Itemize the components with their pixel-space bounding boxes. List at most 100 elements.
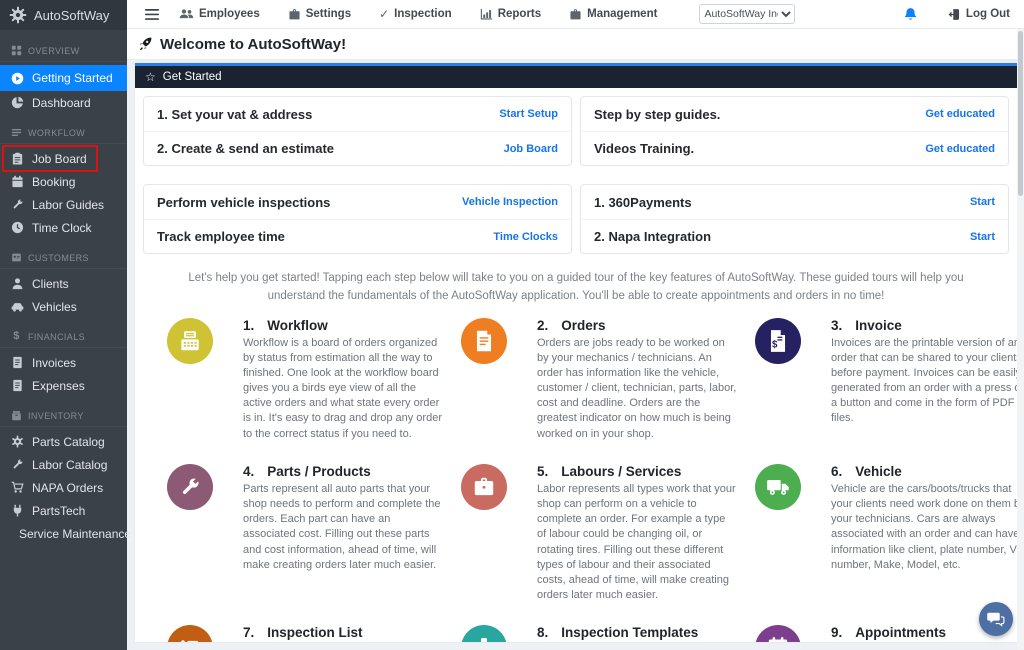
sidebar-item-label: Parts Catalog [32,435,105,449]
invoice-icon[interactable]: $ [755,318,801,364]
start-link[interactable]: Start [970,231,995,243]
topbar-item-label: Management [587,8,657,20]
card-guides: Step by step guides. Get educated Videos… [580,96,1009,166]
time-clocks-link[interactable]: Time Clocks [493,231,558,243]
sidebar-item-expenses[interactable]: Expenses [0,374,127,397]
wrench-icon [11,458,24,471]
car-icon [11,300,24,313]
card-row-title: Videos Training. [594,141,694,156]
sidebar-item-label: Job Board [32,152,87,166]
feature-title: Workflow [267,318,328,333]
sidebar-item-parts-catalog[interactable]: Parts Catalog [0,430,127,453]
card-row: 2. Napa Integration Start [581,219,1008,253]
app-logo[interactable]: AutoSoftWay [0,0,127,30]
sidebar-section-customers: CUSTOMERS [0,239,127,269]
dollar-icon: $ [11,331,22,342]
feature-title: Vehicle [855,464,902,479]
panel-body: 1. Set your vat & address Start Setup 2.… [135,88,1017,642]
topbar-item-reports[interactable]: Reports [480,8,541,21]
panel-header: ☆ Get Started [135,63,1017,88]
card-row-title: 2. Napa Integration [594,229,711,244]
panel-title: Get Started [163,71,222,83]
get-started-panel: ☆ Get Started 1. Set your vat & address … [135,63,1017,642]
company-select[interactable]: AutoSoftWay Inc [699,4,795,24]
rocket-icon [137,36,153,52]
vehicle-inspection-link[interactable]: Vehicle Inspection [462,196,558,208]
sidebar-item-service-maintenance[interactable]: Service Maintenance [0,522,127,545]
chat-button[interactable] [979,602,1013,636]
topbar-item-settings[interactable]: Settings [288,8,351,21]
start-link[interactable]: Start [970,196,995,208]
user-icon [11,277,24,290]
sidebar-item-labor-guides[interactable]: Labor Guides [0,193,127,216]
logout-icon [948,8,961,21]
feature-number: 2. [537,318,548,333]
section-label: OVERVIEW [28,46,80,56]
sidebar-item-label: Dashboard [32,96,91,110]
list-icon[interactable] [167,625,213,642]
feature-labours: 5.Labours / Services Labor represents al… [453,464,737,603]
wrench-icon[interactable] [167,464,213,510]
card-row: Step by step guides. Get educated [581,97,1008,131]
sidebar-item-clients[interactable]: Clients [0,272,127,295]
feature-description: Vehicle are the cars/boots/trucks that y… [831,482,1017,573]
topbar-item-label: Inspection [394,8,452,20]
briefcase-icon [288,8,301,21]
sidebar-item-napa-orders[interactable]: NAPA Orders [0,476,127,499]
card-row: Track employee time Time Clocks [144,219,571,253]
get-educated-link[interactable]: Get educated [925,108,995,120]
pie-chart-icon [11,96,24,109]
scrollbar-thumb[interactable] [1018,31,1023,196]
get-educated-link[interactable]: Get educated [925,143,995,155]
hamburger-menu-icon[interactable] [145,9,159,20]
topbar-item-management[interactable]: Management [569,8,657,21]
card-row: 2. Create & send an estimate Job Board [144,131,571,165]
sidebar-item-vehicles[interactable]: Vehicles [0,295,127,318]
feature-vehicle: 6.Vehicle Vehicle are the cars/boots/tru… [747,464,1017,603]
feature-title: Invoice [855,318,902,333]
main-content: Welcome to AutoSoftWay! ☆ Get Started 1.… [127,29,1024,650]
logout-button[interactable]: Log Out [948,8,1010,21]
sidebar-item-dashboard[interactable]: Dashboard [0,91,127,114]
sitemap-icon[interactable] [461,625,507,642]
feature-number: 9. [831,625,842,640]
gear-icon [11,435,24,448]
sidebar-item-label: Invoices [32,356,76,370]
sidebar-item-job-board[interactable]: Job Board [0,147,127,170]
briefcase-icon[interactable] [461,464,507,510]
sidebar-section-overview: OVERVIEW [0,32,127,62]
sidebar-item-label: Service Maintenance [19,527,131,541]
check-icon: ✓ [379,7,389,21]
feature-description: Invoices are the printable version of an… [831,336,1017,427]
start-setup-link[interactable]: Start Setup [499,108,558,120]
sidebar-item-label: PartsTech [32,504,85,518]
users-icon [179,8,194,20]
feature-description: Parts represent all auto parts that your… [243,482,443,573]
vertical-scrollbar[interactable] [1017,29,1024,650]
sidebar-item-booking[interactable]: Booking [0,170,127,193]
sidebar-section-inventory: INVENTORY [0,397,127,427]
calendar-check-icon[interactable] [755,625,801,642]
sidebar-nav: OVERVIEW Getting Started Dashboard WORKF… [0,30,127,545]
sidebar-item-invoices[interactable]: Invoices [0,351,127,374]
sidebar-item-time-clock[interactable]: Time Clock [0,216,127,239]
play-circle-icon [11,72,24,85]
feature-number: 5. [537,464,548,479]
job-board-link[interactable]: Job Board [504,143,558,155]
sidebar-item-labor-catalog[interactable]: Labor Catalog [0,453,127,476]
topbar-item-employees[interactable]: Employees [179,8,260,20]
topbar-item-label: Settings [306,8,351,20]
sidebar-item-partstech[interactable]: PartsTech [0,499,127,522]
truck-icon[interactable] [755,464,801,510]
topbar-item-inspection[interactable]: ✓ Inspection [379,7,452,21]
cash-register-icon[interactable] [167,318,213,364]
intro-text: Let's help you get started! Tapping each… [171,270,981,306]
feature-orders: 2.Orders Orders are jobs ready to be wor… [453,318,737,442]
card-inspections: Perform vehicle inspections Vehicle Insp… [143,184,572,254]
feature-appointments: 9.Appointments Appointments allows you t… [747,625,1017,642]
receipt-icon[interactable] [461,318,507,364]
bell-icon[interactable] [903,7,918,22]
section-label: WORKFLOW [28,128,85,138]
sidebar-item-getting-started[interactable]: Getting Started [0,65,127,91]
feature-number: 1. [243,318,254,333]
